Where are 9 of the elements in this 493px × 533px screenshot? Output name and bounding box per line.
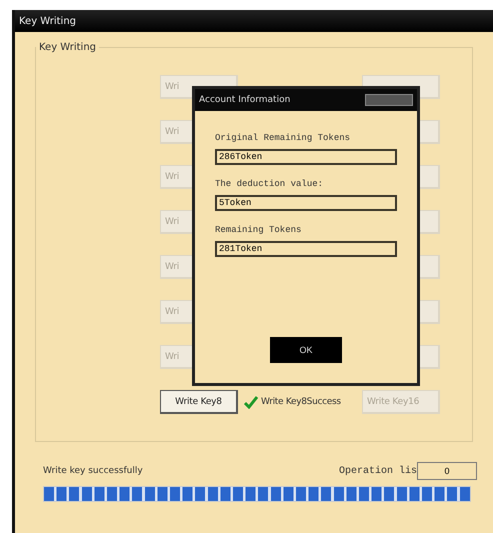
operation-label: Operation lis [338,466,417,476]
group-title: Key Writing [38,42,98,53]
field-label: The deduction value: [215,179,324,189]
field-label: Remaining Tokens [215,225,302,235]
window-title: Key Writing [15,10,493,32]
dialog-title: Account Information [199,95,290,105]
result-text: Write Key8Success [261,397,341,407]
field-label: Original Remaining Tokens [215,133,352,143]
status-text: Write key successfully [43,466,143,476]
